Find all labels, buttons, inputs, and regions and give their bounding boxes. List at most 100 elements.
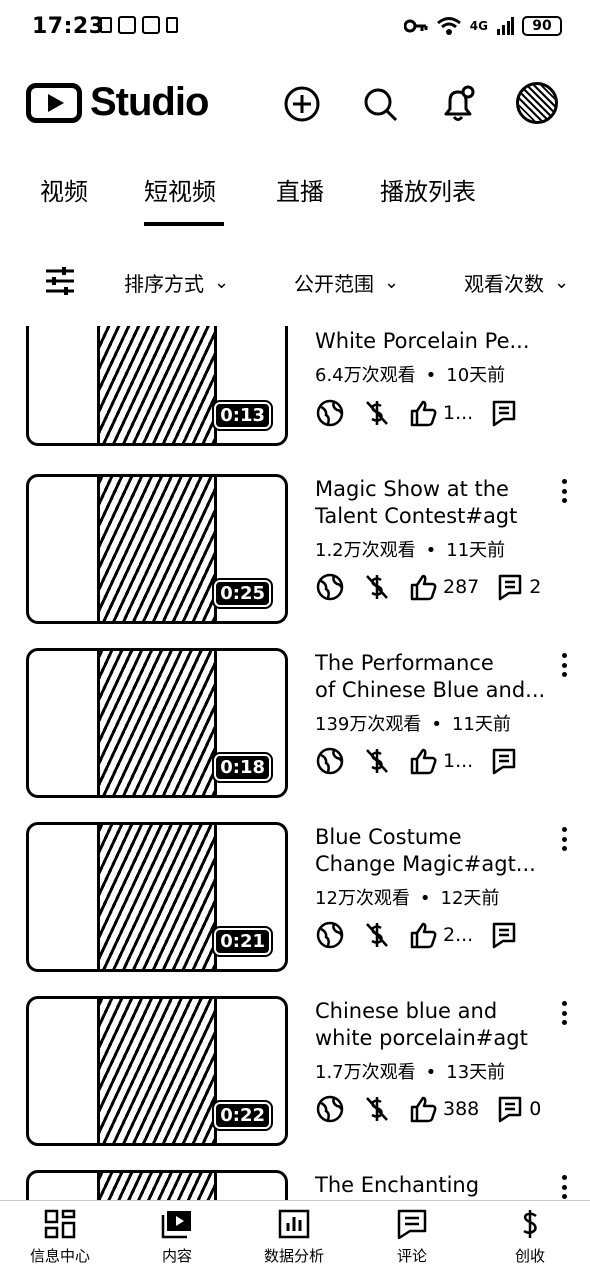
list-item[interactable]: 0:18 The Performance of Chinese Blue and… bbox=[0, 648, 590, 798]
video-actions: 2... bbox=[315, 920, 541, 950]
nav-earn-label: 创收 bbox=[514, 1247, 545, 1265]
list-item[interactable]: The Enchanting bbox=[0, 1170, 590, 1200]
likes-count: 1... bbox=[443, 402, 474, 424]
video-meta: The Performance of Chinese Blue and... 1… bbox=[315, 650, 555, 736]
video-thumbnail[interactable]: 0:25 bbox=[26, 474, 288, 624]
sort-filter-label: 排序方式 bbox=[124, 272, 204, 296]
status-bar: 17:23 4G 90 bbox=[0, 0, 590, 58]
comments[interactable]: 2 bbox=[497, 573, 541, 601]
app-title: Studio bbox=[90, 80, 209, 124]
video-thumbnail[interactable]: 0:18 bbox=[26, 648, 288, 798]
video-meta: White Porcelain Pe... 6.4万次观看 • 10天前 bbox=[315, 328, 555, 387]
monetization-off[interactable] bbox=[363, 920, 391, 950]
gallery-notification-icon bbox=[118, 16, 136, 34]
comments[interactable]: 0 bbox=[497, 1095, 541, 1123]
video-title: Blue Costume Change Magic#agt... bbox=[315, 825, 536, 876]
visibility-public[interactable] bbox=[315, 920, 345, 950]
video-actions: 1... bbox=[315, 746, 541, 776]
visibility-public[interactable] bbox=[315, 1094, 345, 1124]
likes[interactable]: 2... bbox=[409, 921, 473, 949]
thumbnail-image bbox=[97, 999, 217, 1143]
visibility-filter-label: 公开范围 bbox=[294, 272, 374, 296]
likes[interactable]: 1... bbox=[409, 747, 473, 775]
avatar[interactable] bbox=[516, 82, 558, 124]
notifications-bell-icon[interactable] bbox=[438, 84, 478, 124]
likes[interactable]: 388 bbox=[409, 1095, 479, 1123]
sort-filter[interactable]: 排序方式 ⌄ bbox=[124, 268, 229, 297]
monetization-off[interactable] bbox=[363, 572, 391, 602]
nav-comments[interactable]: 评论 bbox=[362, 1209, 462, 1266]
video-list: 0:13 White Porcelain Pe... 6.4万次观看 • 10天前 … bbox=[0, 326, 590, 1200]
thumbs-up-icon bbox=[410, 922, 437, 949]
notification-icons bbox=[100, 16, 178, 34]
app-header: Studio bbox=[0, 72, 590, 136]
filter-settings-icon[interactable] bbox=[44, 266, 76, 296]
list-item[interactable]: 0:13 White Porcelain Pe... 6.4万次观看 • 10天前 … bbox=[0, 326, 590, 476]
comments[interactable] bbox=[491, 921, 523, 949]
nav-content-label: 内容 bbox=[161, 1247, 192, 1265]
nav-content[interactable]: 内容 bbox=[127, 1209, 227, 1266]
visibility-public[interactable] bbox=[315, 746, 345, 776]
dollar-off-icon bbox=[366, 575, 388, 599]
video-meta: The Enchanting bbox=[315, 1172, 555, 1199]
list-item[interactable]: 0:21 Blue Costume Change Magic#agt... 12… bbox=[0, 822, 590, 972]
more-options-icon[interactable] bbox=[554, 650, 574, 680]
upload-notification-icon bbox=[166, 17, 178, 33]
tab-live[interactable]: 直播 bbox=[276, 172, 324, 207]
video-title: Chinese blue and white porcelain#agt bbox=[315, 999, 528, 1050]
nav-earn[interactable]: 创收 bbox=[480, 1209, 580, 1266]
battery-indicator: 90 bbox=[522, 16, 562, 36]
nav-dashboard[interactable]: 信息中心 bbox=[10, 1209, 110, 1266]
visibility-filter[interactable]: 公开范围 ⌄ bbox=[294, 268, 399, 297]
video-stats: 6.4万次观看 • 10天前 bbox=[315, 365, 506, 386]
thumbs-up-icon bbox=[410, 574, 437, 601]
views-filter[interactable]: 观看次数 ⌄ bbox=[464, 268, 569, 297]
thumbs-up-icon bbox=[410, 748, 437, 775]
tab-playlists[interactable]: 播放列表 bbox=[380, 172, 476, 207]
more-options-icon[interactable] bbox=[554, 476, 574, 506]
likes[interactable]: 287 bbox=[409, 573, 479, 601]
app-notification-icon bbox=[100, 17, 112, 33]
video-thumbnail[interactable]: 0:22 bbox=[26, 996, 288, 1146]
thumbs-up-icon bbox=[410, 400, 437, 427]
views-filter-label: 观看次数 bbox=[464, 272, 544, 296]
video-thumbnail[interactable]: 0:13 bbox=[26, 326, 288, 446]
comments[interactable] bbox=[491, 747, 523, 775]
list-item[interactable]: 0:25 Magic Show at the Talent Contest#ag… bbox=[0, 474, 590, 624]
likes[interactable]: 1... bbox=[409, 399, 473, 427]
monetization-off[interactable] bbox=[363, 398, 391, 428]
video-thumbnail[interactable]: 0:21 bbox=[26, 822, 288, 972]
analytics-icon bbox=[278, 1209, 310, 1239]
video-meta: Magic Show at the Talent Contest#agt 1.2… bbox=[315, 476, 555, 562]
visibility-public[interactable] bbox=[315, 572, 345, 602]
search-icon[interactable] bbox=[360, 84, 400, 124]
visibility-public[interactable] bbox=[315, 398, 345, 428]
create-icon[interactable] bbox=[282, 84, 322, 124]
chevron-down-icon: ⌄ bbox=[384, 272, 400, 293]
monetization-off[interactable] bbox=[363, 746, 391, 776]
comments[interactable] bbox=[491, 399, 523, 427]
globe-icon bbox=[316, 747, 344, 775]
status-time: 17:23 bbox=[32, 14, 105, 39]
dollar-off-icon bbox=[366, 923, 388, 947]
video-title: The Performance of Chinese Blue and... bbox=[315, 651, 546, 702]
studio-logo[interactable]: Studio bbox=[26, 80, 209, 125]
comments-count: 2 bbox=[529, 576, 542, 598]
more-options-icon[interactable] bbox=[554, 998, 574, 1028]
tab-shorts[interactable]: 短视频 bbox=[144, 172, 216, 207]
monetization-off[interactable] bbox=[363, 1094, 391, 1124]
list-item[interactable]: 0:22 Chinese blue and white porcelain#ag… bbox=[0, 996, 590, 1146]
video-duration: 0:22 bbox=[212, 1100, 273, 1131]
tab-videos[interactable]: 视频 bbox=[40, 172, 88, 207]
more-options-icon[interactable] bbox=[554, 824, 574, 854]
likes-count: 287 bbox=[443, 576, 480, 598]
likes-count: 1... bbox=[443, 750, 474, 772]
more-options-icon[interactable] bbox=[554, 1172, 574, 1200]
nav-analytics[interactable]: 数据分析 bbox=[244, 1209, 344, 1266]
video-duration: 0:13 bbox=[212, 400, 273, 431]
video-thumbnail[interactable] bbox=[26, 1170, 288, 1200]
video-stats: 12万次观看 • 12天前 bbox=[315, 888, 500, 909]
thumbnail-image bbox=[97, 651, 217, 795]
video-title: Magic Show at the Talent Contest#agt bbox=[315, 477, 518, 528]
thumbs-up-icon bbox=[410, 1096, 437, 1123]
